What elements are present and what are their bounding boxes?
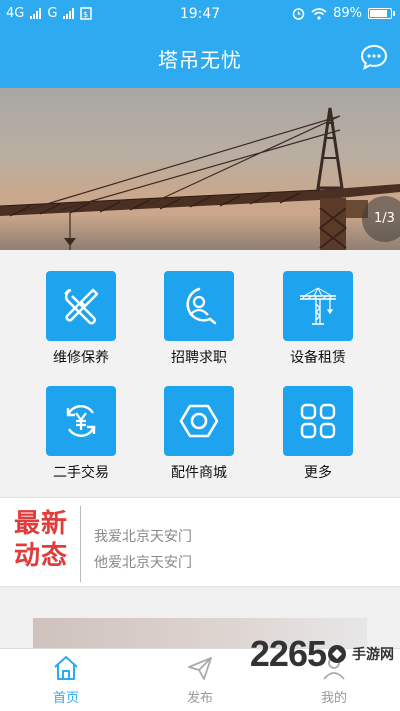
paper-plane-icon (188, 657, 212, 680)
news-divider (80, 506, 81, 582)
watermark-number: 2265 (249, 633, 327, 674)
tower-crane-icon (300, 287, 336, 325)
hex-nut-icon (179, 404, 219, 438)
app-header: 塔吊无忧 (0, 28, 400, 88)
watermark-text: 手游网 (352, 647, 394, 663)
tile (283, 271, 353, 341)
grid-item-label: 招聘求职 (171, 350, 227, 366)
news-item[interactable]: 我爱北京天安门 (94, 526, 192, 546)
crane-photo (0, 107, 400, 250)
yen-exchange-icon (66, 405, 96, 437)
tile (164, 386, 234, 456)
grid-item-second-hand[interactable]: 二手交易 (31, 386, 131, 482)
grid-item-label: 维修保养 (53, 350, 109, 366)
news-section: 最新 动态 我爱北京天安门 他爱北京天安门 (0, 497, 400, 587)
tab-label: 首页 (52, 691, 79, 706)
alarm-icon (292, 8, 305, 20)
news-item[interactable]: 他爱北京天安门 (94, 552, 192, 572)
grid-item-parts-mall[interactable]: 配件商城 (149, 386, 249, 482)
tile (46, 271, 116, 341)
grid-item-label: 配件商城 (171, 465, 227, 481)
home-icon (54, 656, 78, 680)
news-badge-line1: 最新 (13, 509, 68, 539)
apps-grid-icon (300, 403, 336, 439)
grid-item-label: 设备租赁 (290, 350, 346, 366)
grid-item-recruitment[interactable]: 招聘求职 (149, 271, 249, 367)
tab-publish[interactable]: 发布 (160, 655, 240, 706)
battery-icon (368, 8, 395, 19)
grid-item-more[interactable]: 更多 (268, 386, 368, 482)
site-watermark: 2265 手游网 (250, 632, 394, 676)
tile (46, 386, 116, 456)
tab-home[interactable]: 首页 (26, 655, 106, 706)
grid-item-label: 二手交易 (53, 465, 109, 481)
news-badge: 最新 动态 (8, 508, 74, 572)
tab-label: 我的 (320, 691, 347, 706)
status-bar: 4G G $ 19:47 89% (0, 0, 400, 28)
feature-grid: 维修保养 招聘求职 设备租赁 二手交易 配件商城 更多 (0, 250, 400, 496)
grid-item-maintenance[interactable]: 维修保养 (31, 271, 131, 367)
message-button[interactable] (360, 44, 388, 70)
banner-carousel[interactable]: 1/3 (0, 88, 400, 250)
grid-item-label: 更多 (304, 465, 332, 481)
person-search-icon (186, 287, 217, 325)
tile (164, 271, 234, 341)
watermark-logo-icon (328, 645, 346, 663)
wifi-icon (311, 7, 327, 20)
grid-item-equipment-rental[interactable]: 设备租赁 (268, 271, 368, 367)
banner-pager: 1/3 (362, 196, 400, 242)
tab-label: 发布 (186, 691, 213, 706)
status-right: 89% (292, 6, 395, 21)
tile (283, 386, 353, 456)
tools-icon (64, 288, 99, 325)
battery-percent: 89% (333, 6, 362, 21)
chat-bubble-icon (360, 44, 388, 70)
news-badge-line2: 动态 (13, 541, 68, 571)
app-title: 塔吊无忧 (158, 48, 242, 72)
